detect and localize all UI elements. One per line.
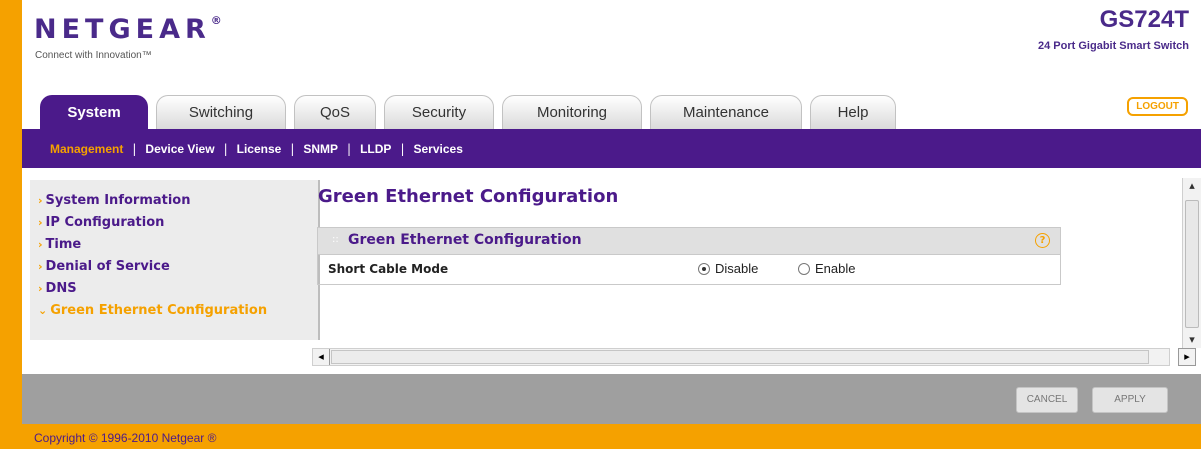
short-cable-mode-row: Short Cable Mode Disable Enable [318, 255, 1060, 285]
tab-switching[interactable]: Switching [156, 95, 286, 129]
subnav-separator: | [223, 141, 228, 156]
subnav-separator: | [400, 141, 405, 156]
disable-radio-label: Disable [715, 261, 759, 276]
horizontal-scroll-thumb[interactable] [331, 350, 1149, 364]
sidebar-item-ip-configuration[interactable]: › IP Configuration [30, 212, 318, 234]
tab-help[interactable]: Help [810, 95, 896, 129]
sidebar-item-label: Time [45, 237, 82, 252]
netgear-logo: NETGEAR® [34, 14, 222, 45]
short-cable-mode-label: Short Cable Mode [328, 262, 449, 276]
subnav-separator: | [290, 141, 295, 156]
config-panel: :: Green Ethernet Configuration ? Short … [317, 227, 1061, 285]
scroll-up-icon[interactable]: ▴ [1183, 178, 1201, 194]
sub-navigation: Management | Device View | License | SNM… [22, 129, 1201, 168]
vertical-scrollbar[interactable]: ▴ ▾ [1182, 178, 1201, 348]
logo-registered-mark: ® [210, 14, 222, 27]
sidebar-item-time[interactable]: › Time [30, 234, 318, 256]
tab-system[interactable]: System [40, 95, 148, 129]
tab-security[interactable]: Security [384, 95, 494, 129]
subnav-separator: | [347, 141, 352, 156]
sidebar-item-dns[interactable]: › DNS [30, 278, 318, 300]
panel-title: Green Ethernet Configuration [348, 232, 582, 248]
help-icon[interactable]: ? [1035, 233, 1050, 248]
content-area: › System Information › IP Configuration › T… [22, 168, 1201, 374]
model-name: GS724T [1099, 6, 1189, 33]
enable-radio[interactable]: Enable [798, 261, 855, 276]
subnav-services[interactable]: Services [413, 142, 462, 156]
chevron-right-icon: › [38, 194, 43, 207]
logo-text: NETGEAR [34, 14, 211, 45]
chevron-right-icon: › [38, 282, 43, 295]
sidebar-item-denial-of-service[interactable]: › Denial of Service [30, 256, 318, 278]
model-subtitle: 24 Port Gigabit Smart Switch [1038, 40, 1189, 52]
subnav-snmp[interactable]: SNMP [303, 142, 338, 156]
apply-button[interactable]: APPLY [1092, 387, 1168, 413]
sidebar-item-label: DNS [45, 281, 77, 296]
sidebar: › System Information › IP Configuration › T… [30, 180, 320, 340]
scroll-right-icon[interactable]: ▸ [1178, 348, 1196, 366]
chevron-right-icon: › [38, 238, 43, 251]
sidebar-item-label: System Information [45, 193, 191, 208]
scroll-left-icon[interactable]: ◂ [313, 349, 330, 365]
sidebar-item-label: IP Configuration [45, 215, 165, 230]
horizontal-scrollbar[interactable]: ◂ [312, 348, 1170, 366]
chevron-right-icon: › [38, 260, 43, 273]
radio-checked-icon [698, 262, 710, 275]
chevron-right-icon: › [38, 216, 43, 229]
subnav-separator: | [132, 141, 137, 156]
subnav-device-view[interactable]: Device View [145, 142, 214, 156]
scroll-down-icon[interactable]: ▾ [1183, 332, 1201, 348]
panel-header: :: Green Ethernet Configuration ? [318, 228, 1060, 255]
sidebar-item-green-ethernet-configuration[interactable]: ⌄ Green Ethernet Configuration [30, 300, 318, 322]
page-title: Green Ethernet Configuration [318, 186, 619, 207]
subnav-management[interactable]: Management [50, 142, 123, 156]
tab-monitoring[interactable]: Monitoring [502, 95, 642, 129]
grip-icon: :: [332, 234, 339, 245]
copyright-text: Copyright © 1996-2010 Netgear ® [34, 431, 217, 445]
enable-radio-label: Enable [815, 261, 856, 276]
vertical-scroll-thumb[interactable] [1185, 200, 1199, 328]
subnav-lldp[interactable]: LLDP [360, 142, 391, 156]
sidebar-item-system-information[interactable]: › System Information [30, 190, 318, 212]
logout-button[interactable]: LOGOUT [1127, 97, 1188, 116]
sidebar-item-label: Green Ethernet Configuration [50, 303, 268, 318]
disable-radio[interactable]: Disable [698, 261, 758, 276]
logo-tagline: Connect with Innovation™ [35, 50, 152, 61]
cancel-button[interactable]: CANCEL [1016, 387, 1078, 413]
main-tabs: System Switching QoS Security Monitoring… [40, 93, 904, 129]
radio-unchecked-icon [798, 262, 810, 275]
button-bar: CANCEL APPLY [22, 374, 1201, 424]
tab-maintenance[interactable]: Maintenance [650, 95, 802, 129]
tab-qos[interactable]: QoS [294, 95, 376, 129]
sidebar-item-label: Denial of Service [45, 259, 170, 274]
subnav-license[interactable]: License [237, 142, 282, 156]
chevron-down-icon: ⌄ [38, 304, 48, 317]
